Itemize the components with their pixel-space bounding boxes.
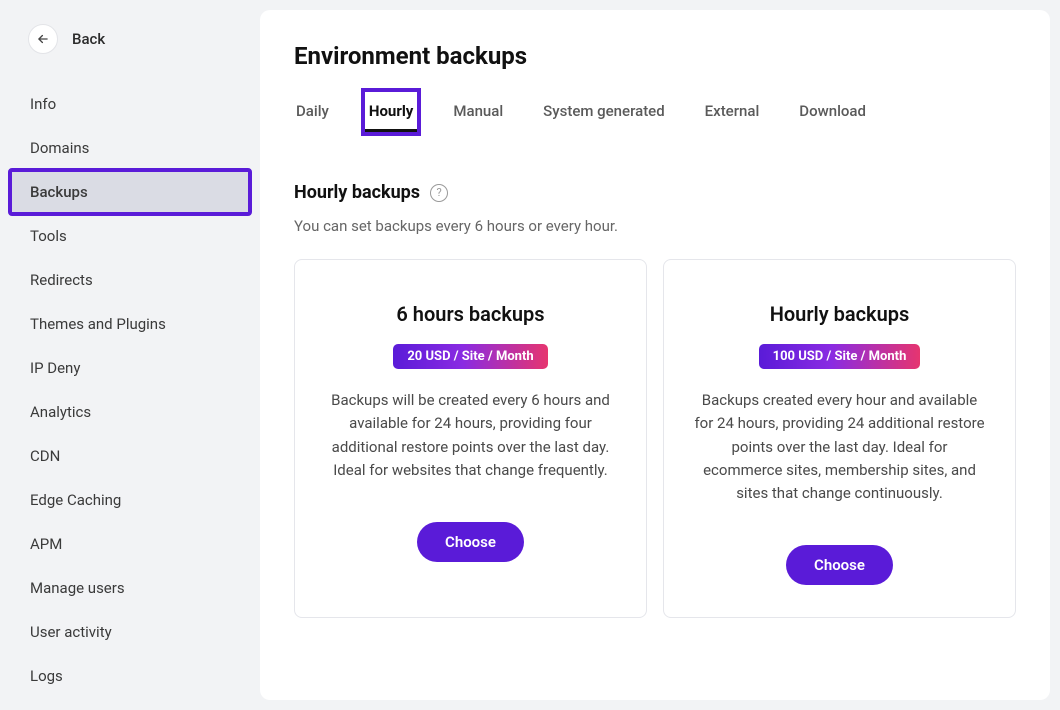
sidebar-item-cdn[interactable]: CDN (10, 434, 250, 478)
tabs: Daily Hourly Manual System generated Ext… (294, 94, 1016, 130)
sidebar-item-tools[interactable]: Tools (10, 214, 250, 258)
sidebar-item-info[interactable]: Info (10, 82, 250, 126)
choose-button[interactable]: Choose (417, 522, 524, 562)
arrow-left-icon (36, 32, 50, 46)
sidebar-item-ip-deny[interactable]: IP Deny (10, 346, 250, 390)
price-badge: 100 USD / Site / Month (759, 344, 921, 369)
sidebar-item-redirects[interactable]: Redirects (10, 258, 250, 302)
sidebar-item-user-activity[interactable]: User activity (10, 610, 250, 654)
page-title: Environment backups (294, 42, 1016, 70)
plan-card-hourly: Hourly backups 100 USD / Site / Month Ba… (663, 259, 1016, 618)
price-badge: 20 USD / Site / Month (393, 344, 547, 369)
sidebar: Back Info Domains Backups Tools Redirect… (0, 0, 260, 710)
back-link[interactable]: Back (10, 10, 250, 82)
plan-description: Backups created every hour and available… (692, 389, 987, 505)
section-description: You can set backups every 6 hours or eve… (294, 217, 1016, 235)
plan-description: Backups will be created every 6 hours an… (323, 389, 618, 482)
sidebar-item-themes-and-plugins[interactable]: Themes and Plugins (10, 302, 250, 346)
plan-title: 6 hours backups (396, 302, 544, 326)
choose-button[interactable]: Choose (786, 545, 893, 585)
section-header: Hourly backups ? (294, 182, 1016, 203)
tab-daily[interactable]: Daily (294, 94, 331, 130)
nav-list: Info Domains Backups Tools Redirects The… (10, 82, 250, 698)
tab-external[interactable]: External (703, 94, 762, 130)
tab-download[interactable]: Download (797, 94, 868, 130)
plan-title: Hourly backups (770, 302, 910, 326)
sidebar-item-domains[interactable]: Domains (10, 126, 250, 170)
tab-manual[interactable]: Manual (451, 94, 505, 130)
plan-card-6-hours: 6 hours backups 20 USD / Site / Month Ba… (294, 259, 647, 618)
tab-hourly[interactable]: Hourly (367, 94, 415, 130)
tab-system-generated[interactable]: System generated (541, 94, 667, 130)
sidebar-item-manage-users[interactable]: Manage users (10, 566, 250, 610)
plan-cards: 6 hours backups 20 USD / Site / Month Ba… (294, 259, 1016, 618)
sidebar-item-edge-caching[interactable]: Edge Caching (10, 478, 250, 522)
main-panel: Environment backups Daily Hourly Manual … (260, 10, 1050, 700)
back-label: Back (72, 30, 105, 48)
help-icon[interactable]: ? (430, 184, 448, 202)
back-button[interactable] (28, 24, 58, 54)
sidebar-item-apm[interactable]: APM (10, 522, 250, 566)
section-title: Hourly backups (294, 182, 420, 203)
sidebar-item-backups[interactable]: Backups (10, 170, 250, 214)
sidebar-item-analytics[interactable]: Analytics (10, 390, 250, 434)
sidebar-item-logs[interactable]: Logs (10, 654, 250, 698)
